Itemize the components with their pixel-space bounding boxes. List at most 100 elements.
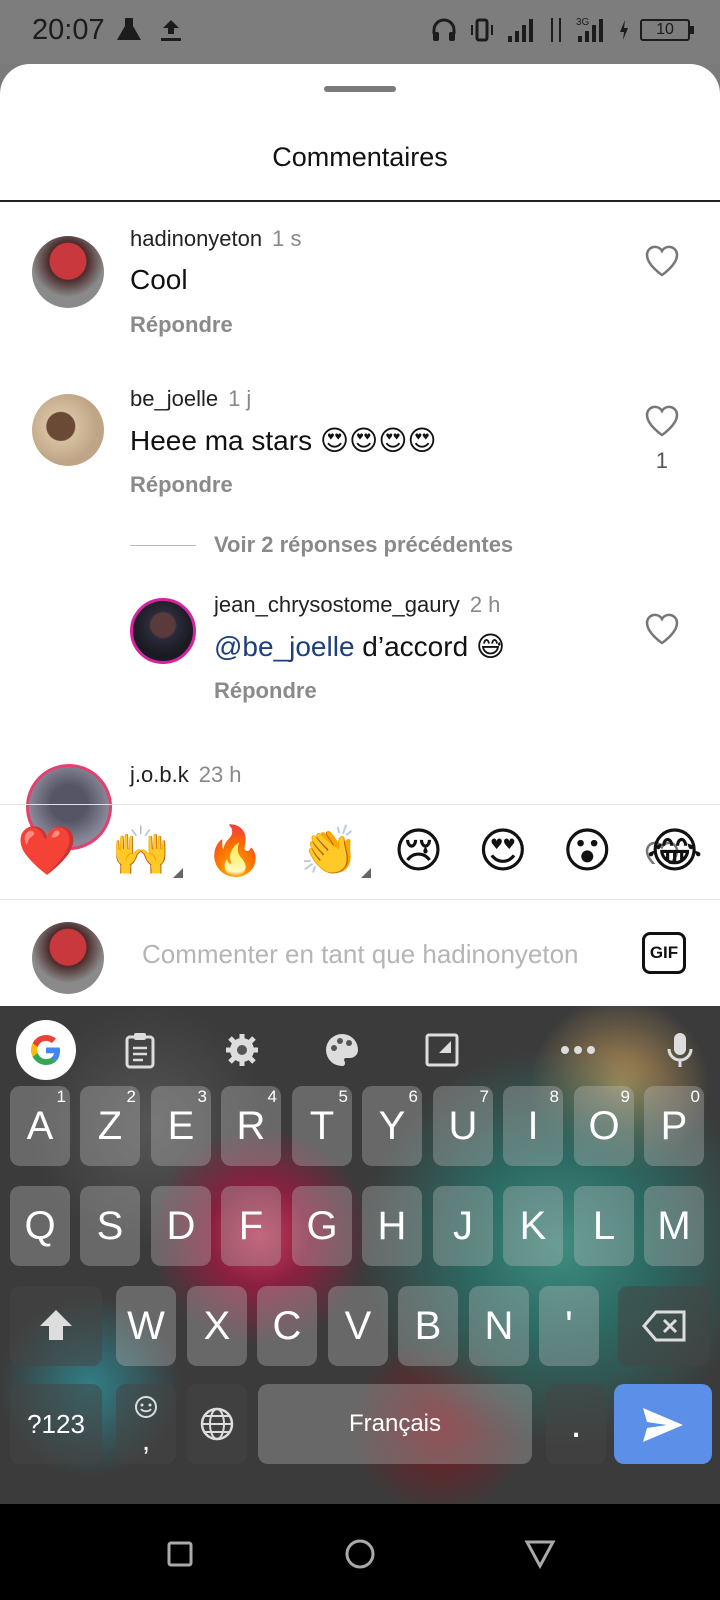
send-key[interactable]: [614, 1384, 712, 1464]
comments-sheet: Commentaires hadinonyeton 1 s Cool Répond…: [0, 64, 720, 1006]
like-heart-icon[interactable]: [644, 244, 680, 278]
avatar[interactable]: [32, 394, 104, 466]
reply-button[interactable]: Répondre: [130, 472, 233, 498]
reply-button[interactable]: Répondre: [130, 312, 233, 338]
reaction-heart[interactable]: ❤️: [17, 828, 77, 876]
drag-handle[interactable]: [324, 86, 396, 92]
reaction-surprised[interactable]: 😮: [562, 828, 612, 876]
key-x[interactable]: X: [187, 1286, 247, 1366]
key-v[interactable]: V: [328, 1286, 388, 1366]
back-button[interactable]: [520, 1534, 560, 1574]
key-s[interactable]: S: [80, 1186, 140, 1266]
comment-username[interactable]: j.o.b.k: [130, 762, 189, 787]
keyboard-toolbar: [0, 1006, 720, 1096]
vibrate-icon: [471, 18, 493, 42]
shift-key[interactable]: [10, 1286, 102, 1366]
upload-icon: [161, 20, 181, 41]
comment-input[interactable]: [142, 934, 612, 974]
comment-username[interactable]: be_joelle: [130, 386, 218, 411]
reaction-clap[interactable]: 👏: [299, 828, 372, 878]
language-globe-key[interactable]: [187, 1384, 247, 1464]
reaction-fire[interactable]: 🔥: [205, 828, 265, 876]
key-l[interactable]: L: [574, 1186, 634, 1266]
triangle-back-icon: [524, 1540, 556, 1570]
one-handed-mode-icon[interactable]: [420, 1028, 464, 1072]
key-k[interactable]: K: [503, 1186, 563, 1266]
view-previous-replies[interactable]: Voir 2 réponses précédentes: [130, 532, 513, 558]
palette-icon[interactable]: [320, 1028, 364, 1072]
circle-icon: [345, 1539, 375, 1569]
comment-item: jean_chrysostome_gaury 2 h @be_joelle d’a…: [0, 578, 720, 728]
comment-item: be_joelle 1 j Heee ma stars 😍😍😍😍 Répondre…: [0, 362, 720, 512]
more-options-icon[interactable]: [556, 1028, 600, 1072]
key-t[interactable]: T5: [292, 1086, 352, 1166]
comment-time: 1 s: [272, 226, 302, 251]
headphones-icon: [432, 18, 456, 41]
key-m[interactable]: M: [644, 1186, 704, 1266]
key-u[interactable]: U7: [433, 1086, 493, 1166]
reaction-heart-eyes[interactable]: 😍: [478, 828, 528, 876]
shift-arrow-icon: [40, 1310, 72, 1340]
signal-icon: [508, 19, 533, 42]
key-z[interactable]: Z2: [80, 1086, 140, 1166]
key-n[interactable]: N: [469, 1286, 529, 1366]
key-q[interactable]: Q: [10, 1186, 70, 1266]
google-icon[interactable]: [16, 1020, 76, 1080]
key-w[interactable]: W: [116, 1286, 176, 1366]
key-f[interactable]: F: [221, 1186, 281, 1266]
sheet-title: Commentaires: [272, 142, 448, 172]
backspace-key[interactable]: [618, 1286, 710, 1366]
key-apostrophe[interactable]: ': [539, 1286, 599, 1366]
recents-button[interactable]: [160, 1534, 200, 1574]
reply-button[interactable]: Répondre: [214, 678, 317, 704]
data-transfer-icon: [551, 18, 561, 42]
period-key[interactable]: .: [546, 1384, 606, 1464]
symbols-key[interactable]: ?123: [10, 1384, 102, 1464]
microphone-icon[interactable]: [658, 1028, 702, 1072]
key-i[interactable]: I8: [503, 1086, 563, 1166]
status-time: 20:07: [32, 14, 105, 46]
gif-button[interactable]: GIF: [642, 932, 686, 974]
reaction-crying[interactable]: 😢: [394, 828, 444, 876]
comment-time: 1 j: [228, 386, 252, 411]
quick-reactions-bar: ❤️ 🙌 🔥 👏 😢 😍 😮 😂: [0, 804, 720, 900]
key-c[interactable]: C: [257, 1286, 317, 1366]
key-g[interactable]: G: [292, 1186, 352, 1266]
key-o[interactable]: O9: [574, 1086, 634, 1166]
mention-link[interactable]: @be_joelle: [214, 631, 355, 662]
view-replies-label: Voir 2 réponses précédentes: [214, 532, 514, 557]
space-bar[interactable]: Français: [258, 1384, 532, 1464]
comment-item: hadinonyeton 1 s Cool Répondre: [0, 202, 720, 352]
emoji-icon: [135, 1396, 157, 1418]
key-r[interactable]: R4: [221, 1086, 281, 1166]
reaction-laughing[interactable]: 😂: [647, 828, 703, 876]
key-h[interactable]: H: [362, 1186, 422, 1266]
like-count: 1: [655, 448, 668, 473]
avatar[interactable]: [32, 236, 104, 308]
key-a[interactable]: A1: [10, 1086, 70, 1166]
comment-time: 23 h: [198, 762, 242, 787]
key-e[interactable]: E3: [151, 1086, 211, 1166]
reaction-raised-hands[interactable]: 🙌: [111, 828, 184, 878]
emoji-comma-key[interactable]: ,: [116, 1384, 176, 1464]
like-heart-icon[interactable]: [644, 404, 680, 438]
battery-icon: 10: [640, 19, 694, 41]
home-button[interactable]: [340, 1534, 380, 1574]
comment-composer: GIF: [0, 900, 720, 1006]
comment-username[interactable]: hadinonyeton: [130, 226, 262, 251]
key-p[interactable]: P0: [644, 1086, 704, 1166]
like-heart-icon[interactable]: [644, 612, 680, 646]
key-d[interactable]: D: [151, 1186, 211, 1266]
comments-list[interactable]: hadinonyeton 1 s Cool Répondre be_joelle 1…: [0, 202, 720, 864]
avatar[interactable]: [130, 598, 196, 664]
avatar: [32, 922, 104, 994]
comment-text: Heee ma stars 😍😍😍😍: [130, 425, 437, 456]
clipboard-icon[interactable]: [118, 1028, 162, 1072]
charging-icon: [620, 20, 628, 40]
key-b[interactable]: B: [398, 1286, 458, 1366]
comment-time: 2 h: [469, 592, 501, 617]
comment-username[interactable]: jean_chrysostome_gaury: [214, 592, 460, 617]
key-y[interactable]: Y6: [362, 1086, 422, 1166]
key-j[interactable]: J: [433, 1186, 493, 1266]
settings-gear-icon[interactable]: [220, 1028, 264, 1072]
